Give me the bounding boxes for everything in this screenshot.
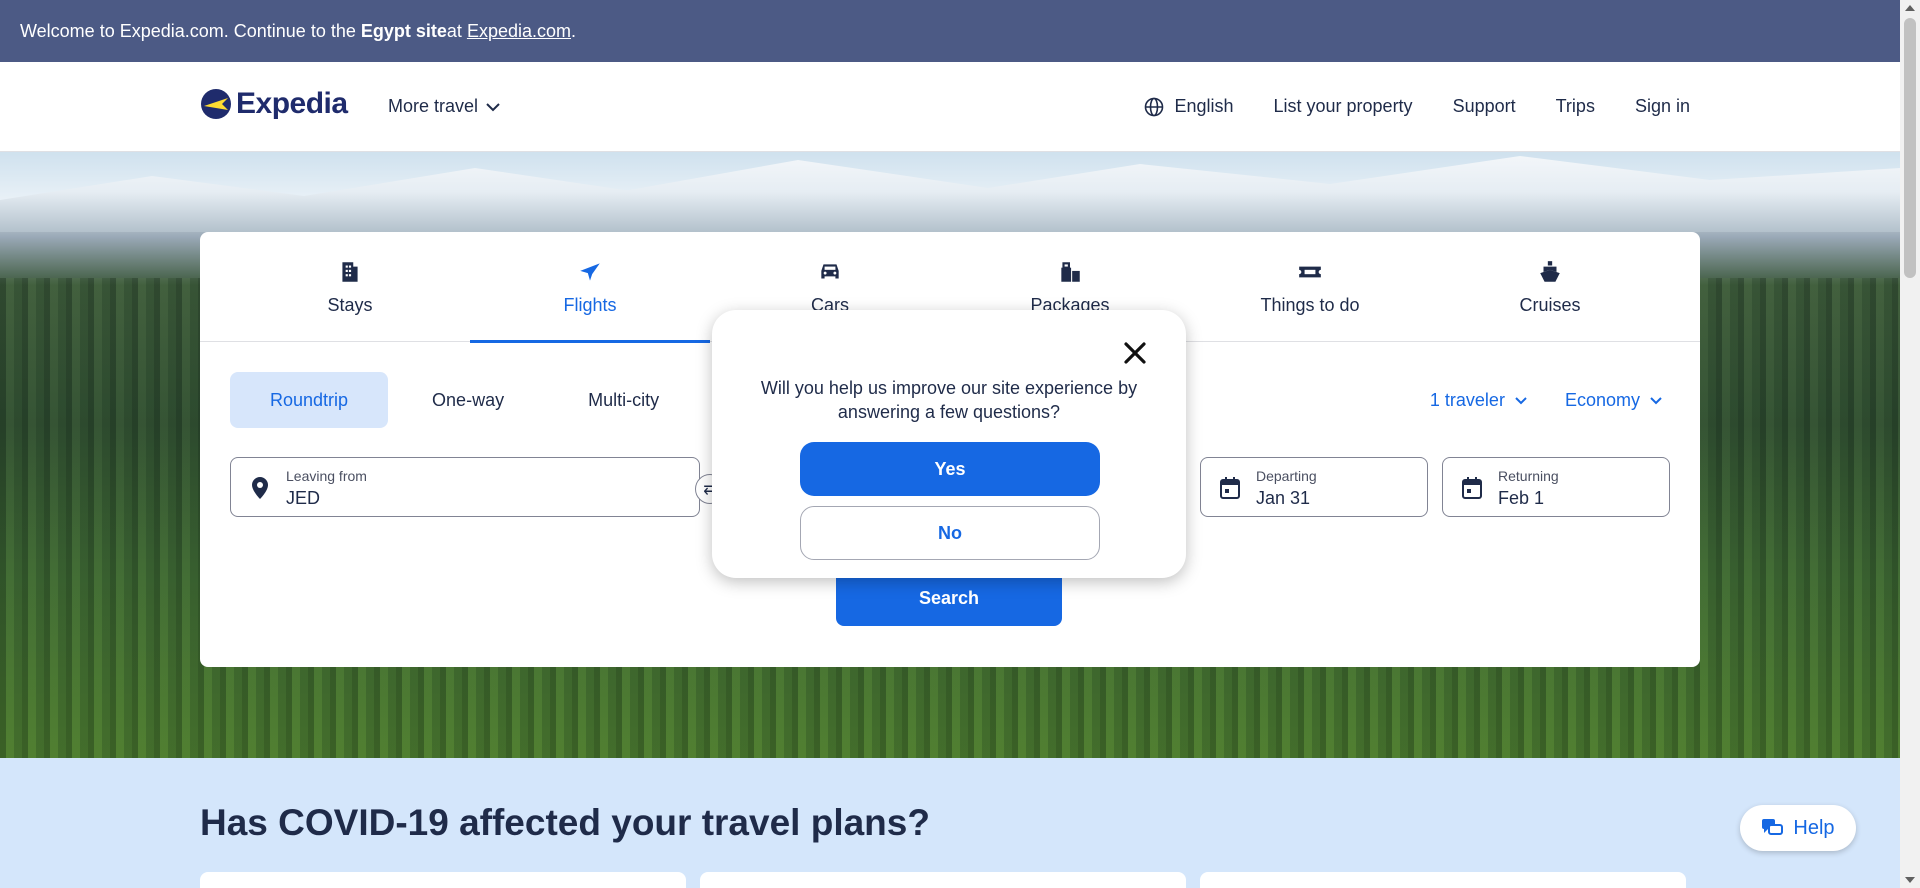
tab-label: Stays [327,294,373,315]
travelers-dropdown[interactable]: 1 traveler [1430,390,1527,411]
returning-value: Feb 1 [1498,488,1545,508]
banner-middle: at [446,20,462,41]
logo-text: Expedia [236,87,348,120]
close-icon[interactable] [1120,338,1150,368]
ship-icon [1540,260,1560,282]
chevron-down-icon [1515,396,1527,404]
luggage-icon [1061,261,1080,282]
chevron-down-icon [1650,396,1662,404]
leaving-from-label: Leaving from [286,468,367,484]
site-header: Expedia More travel English List your pr… [0,62,1900,152]
tab-flights[interactable]: Flights [470,232,710,343]
departing-date-field[interactable]: Departing Jan 31 [1200,457,1428,517]
tab-things-to-do[interactable]: Things to do [1190,232,1430,342]
more-travel-label: More travel [388,96,479,116]
leaving-from-value: JED [286,488,321,508]
banner-link[interactable]: Expedia.com [467,21,571,42]
trip-multi-city[interactable]: Multi-city [548,372,699,428]
building-icon [342,261,358,282]
scroll-down-arrow[interactable] [1905,877,1915,883]
language-selector[interactable]: English [1144,96,1234,117]
covid-heading: Has COVID-19 affected your travel plans? [200,802,930,843]
more-travel-menu[interactable]: More travel [388,96,500,117]
covid-section: Has COVID-19 affected your travel plans? [0,758,1900,888]
survey-dialog: Will you help us improve our site experi… [712,310,1186,578]
banner-site: Egypt site [360,20,447,41]
header-nav: English List your property Support Trips… [1144,96,1690,117]
scrollbar-thumb[interactable] [1904,18,1916,278]
returning-label: Returning [1498,468,1559,484]
survey-question: Will you help us improve our site experi… [760,378,1138,422]
site-redirect-banner: Welcome to Expedia.com. Continue to the … [0,0,1900,62]
banner-prefix: Welcome to Expedia.com. Continue to the [20,20,356,41]
globe-icon [1145,97,1164,116]
tab-stays[interactable]: Stays [230,232,470,342]
expedia-logo[interactable]: Expedia [200,86,348,122]
car-icon [821,263,839,278]
covid-card[interactable] [700,872,1186,888]
sign-in-link[interactable]: Sign in [1635,96,1690,117]
calendar-icon [1220,477,1240,499]
trip-type-selector: Roundtrip One-way Multi-city [230,372,699,428]
tab-cruises[interactable]: Cruises [1430,232,1670,342]
trips-link[interactable]: Trips [1556,96,1595,117]
scroll-up-arrow[interactable] [1905,5,1915,11]
ticket-icon [1299,266,1321,277]
survey-no-button[interactable]: No [800,506,1100,560]
hero-mountains [0,156,1900,232]
page-scrollbar[interactable] [1900,0,1920,888]
plane-icon [580,262,600,281]
chevron-down-icon [486,102,500,111]
language-label: English [1174,96,1234,116]
tab-label: Things to do [1260,294,1360,315]
tab-label: Flights [563,294,617,315]
expedia-logo-icon [201,89,231,119]
help-button[interactable]: Help [1740,805,1856,851]
trip-one-way[interactable]: One-way [392,372,544,428]
trip-roundtrip[interactable]: Roundtrip [230,372,389,428]
flight-options: 1 traveler Economy [1430,390,1662,411]
chat-icon [1762,819,1784,835]
calendar-icon [1462,477,1482,499]
travelers-label: 1 traveler [1429,390,1505,410]
covid-card[interactable] [200,872,686,888]
returning-date-field[interactable]: Returning Feb 1 [1442,457,1670,517]
cabin-class-dropdown[interactable]: Economy [1565,390,1662,411]
departing-label: Departing [1256,468,1317,484]
help-label: Help [1793,816,1835,839]
search-button[interactable]: Search [836,570,1062,626]
leaving-from-field[interactable]: Leaving from JED [230,457,700,517]
tab-label: Cruises [1519,294,1581,315]
support-link[interactable]: Support [1453,96,1516,117]
departing-value: Jan 31 [1256,488,1311,508]
survey-yes-button[interactable]: Yes [800,442,1100,496]
cabin-label: Economy [1564,390,1640,410]
covid-card[interactable] [1200,872,1686,888]
map-pin-icon [252,477,268,499]
banner-suffix: . [571,20,577,41]
list-property-link[interactable]: List your property [1274,96,1413,117]
